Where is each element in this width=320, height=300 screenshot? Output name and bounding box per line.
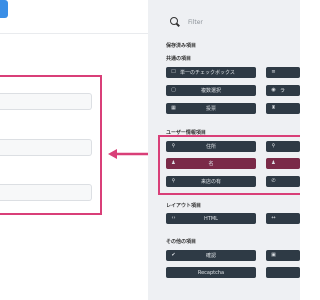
trophy-icon: ♜	[271, 105, 276, 111]
form-field-2[interactable]	[0, 139, 92, 156]
search-icon	[170, 17, 180, 27]
palette-item-vote[interactable]: ▦ 投票	[166, 103, 256, 114]
palette-item-extra[interactable]	[266, 267, 300, 278]
section-title-common: 共通の項目	[166, 56, 192, 62]
section-title-saved: 保存済み項目	[166, 43, 197, 49]
search-input[interactable]: Filter	[188, 19, 203, 26]
form-field-1[interactable]	[0, 93, 92, 110]
palette-item-multi-select[interactable]: ▢ 複数選択	[166, 85, 256, 96]
resize-icon: ↔	[271, 215, 276, 221]
header-divider	[0, 33, 148, 34]
radio-icon: ◉	[271, 87, 276, 93]
palette-item-confirm[interactable]: ✔ 確認	[166, 250, 256, 261]
palette-item-html[interactable]: ‹› HTML	[166, 213, 256, 224]
toolbar-button[interactable]	[0, 0, 8, 18]
palette-item-recaptcha[interactable]: Recaptcha	[166, 267, 256, 278]
palette-item-trophy[interactable]: ♜	[266, 103, 300, 114]
palette-item-single-checkbox[interactable]: ☐ 単一のチェックボックス	[166, 67, 256, 78]
user-info-highlight	[158, 135, 300, 195]
palette-item-list[interactable]: ≡	[266, 67, 300, 78]
checkbox-icon: ☐	[171, 69, 176, 75]
filter-search[interactable]: Filter	[170, 14, 203, 30]
image-icon: ▣	[271, 252, 276, 258]
palette-item-radio[interactable]: ◉ ラ	[266, 85, 300, 96]
form-field-3[interactable]	[0, 184, 92, 201]
section-title-layout: レイアウト項目	[166, 203, 202, 209]
section-title-other: その他の項目	[166, 239, 197, 245]
palette-item-resize[interactable]: ↔	[266, 213, 300, 224]
palette-item-image[interactable]: ▣	[266, 250, 300, 261]
list-icon: ≡	[271, 69, 276, 75]
